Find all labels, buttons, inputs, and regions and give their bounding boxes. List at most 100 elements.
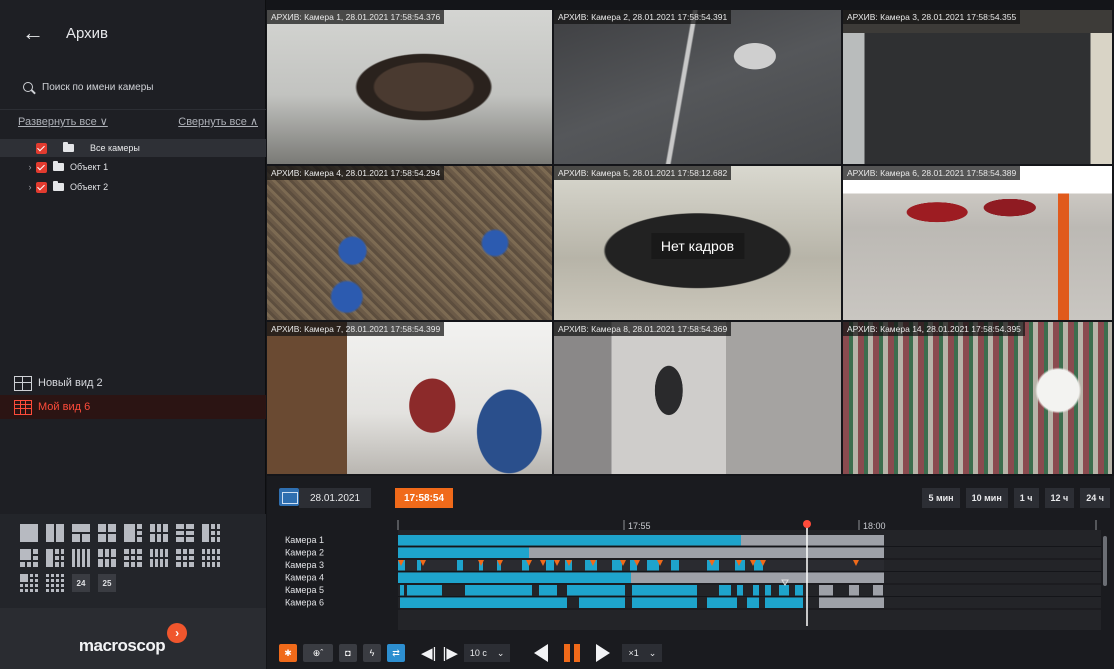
zoom-10min-button[interactable]: 10 мин (965, 488, 1008, 508)
layout-4x2-icon[interactable] (150, 549, 168, 567)
layout-4x4b-icon[interactable] (46, 574, 64, 592)
camera-tile-5[interactable]: АРХИВ: Камера 5, 28.01.2021 17:58:12.682… (554, 166, 843, 322)
layout-2x2-icon[interactable] (98, 524, 116, 542)
timeline-segment[interactable] (737, 585, 743, 596)
camera-tile-8[interactable]: АРХИВ: Камера 8, 28.01.2021 17:58:54.369 (554, 322, 843, 476)
checkbox-checked-icon[interactable] (36, 142, 47, 154)
timeline-segment[interactable] (647, 560, 659, 571)
timeline-tracks[interactable]: 17:55 18:00 Камера 1 Камера 2 Камера 3 Камера… (267, 516, 1114, 634)
timeline-segment[interactable] (539, 585, 557, 596)
search-input[interactable] (42, 82, 242, 93)
timeline-segment[interactable] (753, 585, 759, 596)
timeline-segment[interactable] (671, 560, 679, 571)
timeline-segment[interactable] (819, 585, 833, 596)
motion-filter-icon[interactable]: ✱ (279, 644, 297, 662)
timeline-segment[interactable] (707, 597, 737, 609)
chevron-right-icon[interactable]: › (24, 162, 36, 172)
timeline-segment[interactable] (747, 597, 759, 609)
frame-icon[interactable]: ◘ (339, 644, 357, 662)
layout-1x4-icon[interactable] (72, 549, 90, 567)
layout-3x3b-icon[interactable] (124, 549, 142, 567)
calendar-icon[interactable] (279, 488, 299, 506)
camera-tile-7[interactable]: АРХИВ: Камера 7, 28.01.2021 17:58:54.399 (267, 322, 554, 476)
layout-4x3-icon[interactable] (202, 549, 220, 567)
date-picker[interactable]: 28.01.2021 (299, 488, 371, 508)
timeline-segment[interactable] (819, 597, 884, 609)
timeline-segment[interactable] (741, 535, 884, 546)
layout-25-button[interactable]: 25 (98, 574, 116, 592)
tree-item-all-cameras[interactable]: Все камеры (0, 139, 266, 157)
timeline-segment[interactable] (417, 560, 421, 571)
camera-tile-2[interactable]: АРХИВ: Камера 2, 28.01.2021 17:58:54.391 (554, 10, 843, 166)
globe-dropdown-icon[interactable]: ⊕ˆ (303, 644, 333, 662)
collapse-all-link[interactable]: Свернуть все ∧ (178, 115, 258, 135)
zoom-12h-button[interactable]: 12 ч (1044, 488, 1075, 508)
timeline-segment[interactable] (546, 560, 554, 571)
layout-1-3-icon[interactable] (124, 524, 142, 542)
step-select[interactable]: 10 с ⌄ (463, 644, 511, 662)
checkbox-checked-icon[interactable] (36, 181, 47, 193)
sync-icon[interactable]: ⇄ (387, 644, 405, 662)
layout-4x4-icon[interactable] (20, 574, 38, 592)
step-back-icon[interactable]: ◀| (421, 646, 436, 661)
camera-tile-14[interactable]: АРХИВ: Камера 14, 28.01.2021 17:58:54.39… (843, 322, 1114, 476)
timeline-segment[interactable] (465, 585, 532, 596)
timeline-segment[interactable] (849, 585, 859, 596)
playhead-handle[interactable] (803, 520, 811, 528)
camera-tile-6[interactable]: АРХИВ: Камера 6, 28.01.2021 17:58:54.389 (843, 166, 1114, 322)
timeline-segment[interactable] (398, 547, 529, 559)
checkbox-checked-icon[interactable] (36, 161, 47, 173)
layout-1-5-icon[interactable] (46, 549, 64, 567)
timeline-segment[interactable] (765, 597, 803, 609)
layout-3x3-icon[interactable] (20, 549, 38, 567)
timeline-segment[interactable] (398, 560, 884, 571)
layout-1x2-icon[interactable] (46, 524, 64, 542)
tree-item-object-2[interactable]: › Объект 2 (0, 177, 266, 197)
play-forward-icon[interactable] (596, 644, 611, 662)
timeline-segment[interactable] (400, 597, 567, 609)
camera-tile-1[interactable]: АРХИВ: Камера 1, 28.01.2021 17:58:54.376 (267, 10, 554, 166)
tree-item-object-1[interactable]: › Объект 1 (0, 157, 266, 177)
timeline-segment[interactable] (795, 585, 803, 596)
play-backward-icon[interactable] (534, 644, 549, 662)
zoom-1h-button[interactable]: 1 ч (1013, 488, 1039, 508)
timeline-segment[interactable] (398, 535, 741, 546)
timeline-scrollbar[interactable] (1103, 536, 1107, 586)
layout-24-button[interactable]: 24 (72, 574, 90, 592)
timeline-segment[interactable] (567, 585, 625, 596)
step-forward-icon[interactable]: |▶ (442, 646, 457, 661)
chevron-right-icon[interactable]: › (24, 182, 36, 192)
back-arrow-icon[interactable]: ← (22, 22, 48, 44)
layout-1-8-icon[interactable] (202, 524, 220, 542)
timeline-segment[interactable] (400, 585, 404, 596)
expand-all-link[interactable]: Развернуть все ∨ (18, 115, 108, 135)
timeline-segment[interactable] (873, 585, 883, 596)
view-item-active[interactable]: Мой вид 6 (0, 395, 266, 419)
timeline-segment[interactable] (457, 560, 463, 571)
timeline-segment[interactable] (632, 597, 697, 609)
timeline-segment[interactable] (632, 585, 697, 596)
view-item[interactable]: Новый вид 2 (0, 371, 266, 395)
timeline-segment[interactable] (579, 597, 625, 609)
timeline-segment[interactable] (612, 560, 622, 571)
timeline-segment[interactable] (407, 585, 442, 596)
layout-3x2b-icon[interactable] (98, 549, 116, 567)
timeline-segment[interactable] (631, 572, 884, 584)
timeline-segment[interactable] (719, 585, 731, 596)
timeline-segment[interactable] (765, 585, 771, 596)
zoom-24h-button[interactable]: 24 ч (1080, 488, 1110, 508)
layout-3x2-icon[interactable] (176, 524, 194, 542)
current-time[interactable]: 17:58:54 (395, 488, 453, 508)
timeline-segment[interactable] (779, 585, 789, 596)
layout-1x1-icon[interactable] (20, 524, 38, 542)
lightning-icon[interactable]: ϟ (363, 644, 381, 662)
layout-3x3c-icon[interactable] (176, 549, 194, 567)
speed-select[interactable]: ×1 ⌄ (622, 644, 663, 662)
timeline-segment[interactable] (398, 572, 631, 584)
layout-1-2-icon[interactable] (72, 524, 90, 542)
layout-2x3-icon[interactable] (150, 524, 168, 542)
pause-icon[interactable] (564, 644, 581, 662)
timeline-segment[interactable] (529, 547, 884, 559)
camera-tile-4[interactable]: АРХИВ: Камера 4, 28.01.2021 17:58:54.294 (267, 166, 554, 322)
camera-tile-3[interactable]: АРХИВ: Камера 3, 28.01.2021 17:58:54.355 (843, 10, 1114, 166)
